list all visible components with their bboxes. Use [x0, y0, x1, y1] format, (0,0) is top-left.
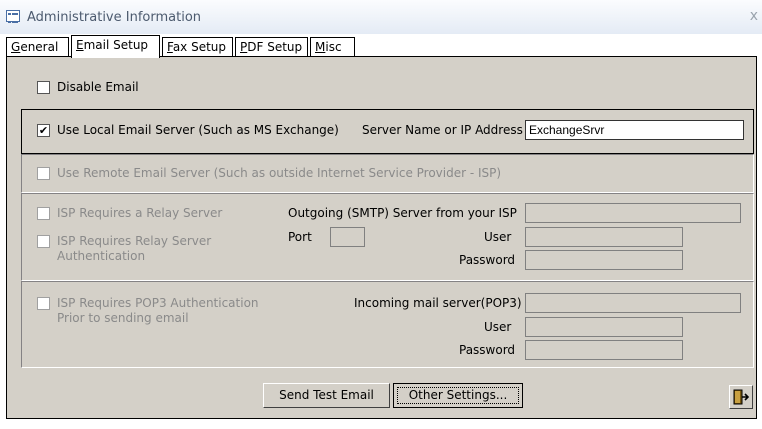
pop3-auth-label-line2: Prior to sending email [57, 311, 189, 325]
port-input[interactable] [330, 227, 365, 247]
window-title: Administrative Information [27, 10, 202, 25]
relay-section: ISP Requires a Relay Server ISP Requires… [21, 193, 754, 281]
use-local-server-checkbox[interactable]: ✔ [37, 124, 50, 137]
relay-user-input[interactable] [525, 227, 683, 247]
incoming-server-label: Incoming mail server(POP3) [354, 296, 522, 310]
remote-server-section: Use Remote Email Server (Such as outside… [21, 154, 754, 193]
send-test-email-button[interactable]: Send Test Email [263, 383, 390, 408]
tab-misc[interactable]: Misc [310, 37, 355, 56]
pop3-password-label: Password [459, 343, 516, 357]
tab-fax-label: ax Setup [172, 40, 227, 54]
incoming-server-input[interactable] [525, 293, 741, 313]
exit-door-icon [733, 389, 750, 405]
server-name-input[interactable] [525, 120, 744, 140]
disable-email-label: Disable Email [57, 80, 139, 94]
tab-general[interactable]: General [6, 37, 69, 56]
relay-user-label: User [484, 230, 512, 244]
pop3-user-input[interactable] [525, 317, 683, 337]
relay-password-label: Password [459, 253, 516, 267]
isp-relay-label: ISP Requires a Relay Server [57, 206, 223, 220]
server-name-label: Server Name or IP Address [362, 123, 523, 137]
tab-pdf-setup[interactable]: PDF Setup [235, 37, 308, 56]
close-icon[interactable]: x [750, 8, 758, 24]
tab-fax-setup[interactable]: Fax Setup [162, 37, 233, 56]
disable-email-checkbox[interactable] [37, 81, 50, 94]
relay-auth-label-line2: Authentication [57, 249, 146, 263]
pop3-user-label: User [484, 320, 512, 334]
title-bar: Administrative Information x [0, 0, 762, 34]
port-label: Port [288, 230, 312, 244]
smtp-server-label: Outgoing (SMTP) Server from your ISP [288, 206, 517, 220]
pop3-section: ISP Requires POP3 Authentication Prior t… [21, 281, 754, 368]
relay-auth-checkbox[interactable] [37, 235, 50, 248]
email-setup-panel: Disable Email ✔ Use Local Email Server (… [6, 56, 757, 419]
tab-email-label: mail Setup [83, 38, 149, 52]
use-remote-server-label: Use Remote Email Server (Such as outside… [57, 166, 502, 180]
form-icon [6, 10, 20, 23]
pop3-auth-checkbox[interactable] [37, 297, 50, 310]
tab-general-label: eneral [20, 40, 59, 54]
other-settings-button[interactable]: Other Settings... [393, 383, 523, 408]
pop3-auth-label-line1: ISP Requires POP3 Authentication [57, 296, 259, 310]
relay-password-input[interactable] [525, 250, 683, 270]
local-server-section: ✔ Use Local Email Server (Such as MS Exc… [21, 109, 754, 154]
admin-info-window: Administrative Information x General Ema… [0, 0, 762, 429]
tab-pdf-label: DF Setup [247, 40, 303, 54]
relay-auth-label-line1: ISP Requires Relay Server [57, 234, 212, 248]
pop3-password-input[interactable] [525, 340, 683, 360]
exit-button[interactable] [729, 385, 753, 409]
tab-email-setup[interactable]: Email Setup [71, 35, 160, 58]
isp-relay-checkbox[interactable] [37, 207, 50, 220]
tab-misc-label: isc [325, 40, 342, 54]
smtp-server-input[interactable] [525, 203, 741, 223]
use-local-server-label: Use Local Email Server (Such as MS Excha… [57, 123, 339, 137]
use-remote-server-checkbox[interactable] [37, 167, 50, 180]
